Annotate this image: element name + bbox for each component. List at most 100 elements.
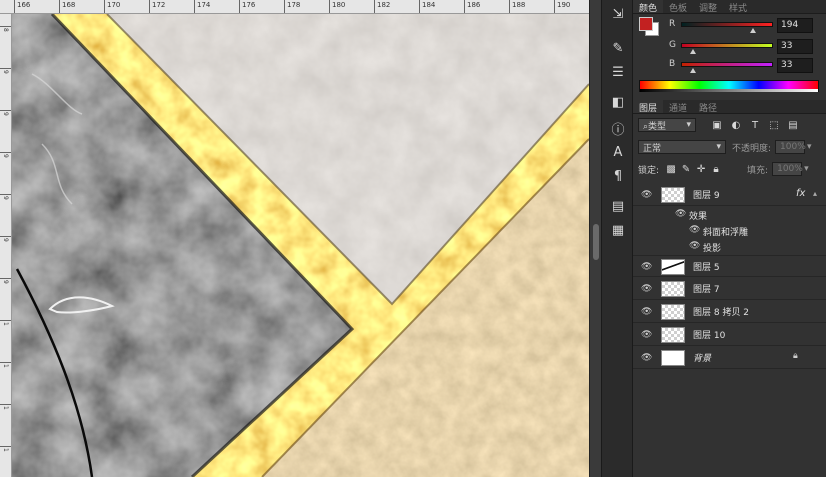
red-value-input[interactable]: 194 [777, 18, 813, 33]
tab-channels[interactable]: 通道 [663, 100, 693, 114]
ruler-tick: 190 [554, 0, 570, 13]
layer-row-7[interactable]: 👁︎ 图层 7 [633, 278, 826, 300]
eye-icon[interactable]: 👁︎ [641, 262, 652, 272]
tool-move-icon[interactable]: ⇲ [608, 4, 628, 24]
tab-adjustments[interactable]: 调整 [693, 0, 723, 14]
tab-styles[interactable]: 样式 [723, 0, 753, 14]
eye-icon[interactable]: 👁︎ [641, 307, 652, 317]
scrollbar-thumb[interactable] [593, 224, 599, 260]
layer-thumbnail [661, 304, 685, 320]
fill-input[interactable]: 100% [772, 162, 803, 176]
foreground-color-swatch[interactable] [639, 17, 653, 31]
layer-row-5[interactable]: 👁︎ 图层 5 [633, 255, 826, 277]
ruler-tick: 170 [104, 0, 120, 13]
blue-track[interactable] [681, 62, 773, 67]
red-track[interactable] [681, 22, 773, 27]
blue-slider[interactable]: B 33 [669, 58, 819, 74]
filter-shape-icon[interactable]: ⬚ [767, 118, 781, 132]
fill-label: 填充: [747, 165, 769, 176]
tool-notes-icon[interactable]: ▦ [608, 220, 628, 240]
eye-icon[interactable]: 👁︎ [689, 225, 700, 235]
effects-row[interactable]: 👁︎ 效果 [633, 208, 826, 223]
ruler-tick: 178 [284, 0, 300, 13]
lock-image-icon[interactable]: ✎ [679, 162, 693, 176]
red-slider[interactable]: R 194 [669, 18, 819, 34]
layer-row-8-copy-2[interactable]: 👁︎ 图层 8 拷贝 2 [633, 301, 826, 323]
red-caret[interactable] [750, 28, 756, 33]
layer-thumbnail [661, 281, 685, 297]
ruler-tick-label: 1 [2, 448, 9, 452]
layer-thumbnail [661, 259, 685, 275]
ruler-tick-label: 184 [422, 1, 436, 9]
layer-name: 图层 9 [693, 191, 720, 201]
green-slider[interactable]: G 33 [669, 39, 819, 55]
tool-layers-icon[interactable]: ▤ [608, 196, 628, 216]
layer-row-10[interactable]: 👁︎ 图层 10 [633, 324, 826, 346]
eye-icon[interactable]: 👁︎ [641, 353, 652, 363]
eye-icon[interactable]: 👁︎ [641, 284, 652, 294]
tool-paragraph-icon[interactable]: ¶ [608, 166, 628, 186]
layers-list: 👁︎ 图层 9 fx ▴ 👁︎ 效果 👁︎ 斜面和浮雕 👁︎ 投影 👁︎ 图层 … [633, 184, 826, 384]
tab-paths[interactable]: 路径 [693, 100, 723, 114]
lock-transparent-icon[interactable]: ▩ [664, 162, 678, 176]
ruler-tick-label: 176 [242, 1, 256, 9]
opacity-label: 不透明度: [732, 143, 772, 154]
effect-shadow-row[interactable]: 👁︎ 投影 [633, 240, 826, 255]
chevron-down-icon[interactable]: ▾ [804, 164, 809, 174]
ruler-tick: 9 [0, 68, 11, 74]
blue-caret[interactable] [690, 68, 696, 73]
green-caret[interactable] [690, 49, 696, 54]
layer-row-9[interactable]: 👁︎ 图层 9 fx ▴ [633, 184, 826, 206]
ruler-tick-label: 9 [2, 196, 9, 200]
chevron-down-icon[interactable]: ▾ [807, 142, 812, 152]
fx-icon[interactable]: fx [796, 188, 805, 199]
chevron-down-icon: ▾ [686, 120, 691, 130]
ruler-tick-label: 168 [62, 1, 76, 9]
green-value-input[interactable]: 33 [777, 39, 813, 54]
eye-icon[interactable]: 👁︎ [641, 330, 652, 340]
layer-thumbnail [661, 350, 685, 366]
effect-bevel-row[interactable]: 👁︎ 斜面和浮雕 [633, 224, 826, 239]
ruler-tick-label: 9 [2, 238, 9, 242]
tab-swatches[interactable]: 色板 [663, 0, 693, 14]
opacity-input[interactable]: 100% [775, 140, 806, 154]
fill-value: 100% [777, 164, 803, 174]
layer-row-background[interactable]: 👁︎ 背景 🔒︎ [633, 347, 826, 369]
blue-value-input[interactable]: 33 [777, 58, 813, 73]
vertical-ruler: 8 9 9 9 9 9 9 1 1 1 1 [0, 14, 12, 477]
ruler-tick-label: 9 [2, 70, 9, 74]
filter-smart-object-icon[interactable]: ▤ [786, 118, 800, 132]
eye-icon[interactable]: 👁︎ [641, 190, 652, 200]
lock-position-icon[interactable]: ✛ [694, 162, 708, 176]
tool-character-icon[interactable]: A [608, 142, 628, 162]
blend-mode-dropdown[interactable]: 正常 ▾ [638, 140, 726, 154]
layer-name: 图层 7 [693, 285, 720, 295]
tool-brush-icon[interactable]: ✎ [608, 38, 628, 58]
vertical-scrollbar[interactable] [589, 0, 601, 477]
filter-type-icon[interactable]: T [748, 118, 762, 132]
green-track[interactable] [681, 43, 773, 48]
blend-mode-value: 正常 [643, 143, 662, 154]
document-canvas[interactable] [12, 14, 589, 477]
right-panels: 颜色 色板 调整 样式 R 194 G 33 B 33 图层 通道 路径 ⌕类型… [633, 0, 826, 477]
lock-label: 锁定: [638, 165, 660, 176]
tool-adjust-icon[interactable]: ☰ [608, 62, 628, 82]
ruler-tick: 9 [0, 194, 11, 200]
tool-3d-icon[interactable]: ◧ [608, 92, 628, 112]
filter-pixel-icon[interactable]: ▣ [710, 118, 724, 132]
layer-name: 图层 8 拷贝 2 [693, 308, 750, 318]
ruler-tick: 168 [59, 0, 75, 13]
filter-kind-dropdown[interactable]: ⌕类型 ▾ [638, 118, 696, 132]
collapse-icon[interactable]: ▴ [813, 189, 817, 198]
filter-adjustment-icon[interactable]: ◐ [729, 118, 743, 132]
color-spectrum-bar[interactable] [639, 80, 819, 92]
lock-all-icon[interactable]: 🔒︎ [709, 162, 723, 176]
lock-row: 锁定: ▩ ✎ ✛ 🔒︎ 填充: 100% ▾ [633, 158, 826, 180]
layer-thumbnail [661, 327, 685, 343]
eye-icon[interactable]: 👁︎ [675, 209, 686, 219]
tab-color[interactable]: 颜色 [633, 0, 664, 14]
ruler-tick: 9 [0, 278, 11, 284]
eye-icon[interactable]: 👁︎ [689, 241, 700, 251]
tab-layers[interactable]: 图层 [633, 100, 664, 114]
tool-info-icon[interactable]: ⓘ [608, 118, 628, 138]
